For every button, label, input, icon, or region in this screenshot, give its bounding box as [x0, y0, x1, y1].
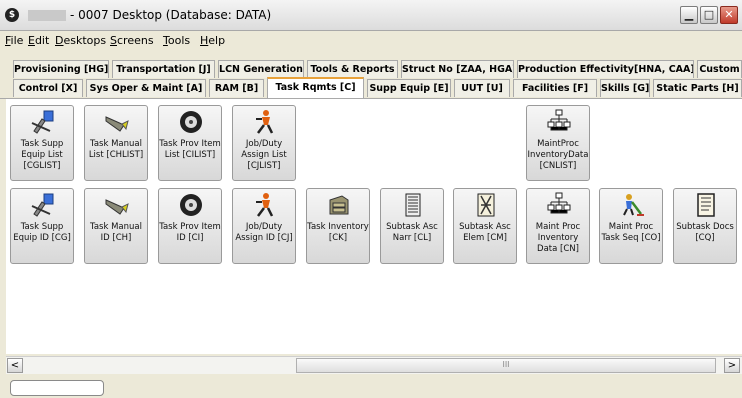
menu-edit[interactable]: Edit — [28, 34, 49, 47]
minimize-button[interactable]: ▁ — [680, 6, 698, 24]
tile-task-prov-item-list[interactable]: Task Prov Item List [CILIST] — [158, 105, 222, 181]
title-redacted-block — [28, 10, 66, 21]
tile-task-prov-item-id[interactable]: Task Prov Item ID [CI] — [158, 188, 222, 264]
manual-icon — [105, 199, 129, 215]
tab-tools-reports[interactable]: Tools & Reports — [307, 60, 398, 78]
tile-task-supp-equip-list[interactable]: Task Supp Equip List [CGLIST] — [10, 105, 74, 181]
tile-subtask-docs[interactable]: Subtask Docs [CQ] — [673, 188, 737, 264]
tab-transportation[interactable]: Transportation [J] — [112, 60, 215, 78]
tile-panel: Task Supp Equip List [CGLIST] Task Manua… — [6, 99, 742, 354]
document-icon — [697, 193, 715, 217]
tab-row-upper: Provisioning [HG] Transportation [J] LCN… — [0, 60, 742, 79]
building-icon — [405, 193, 421, 217]
menu-screens[interactable]: Screens — [110, 34, 154, 47]
tab-provisioning[interactable]: Provisioning [HG] — [13, 60, 109, 78]
scroll-thumb[interactable]: III — [296, 358, 716, 373]
tile-maintproc-inventorydata[interactable]: MaintProc InventoryData [CNLIST] — [526, 105, 590, 181]
sweeper-icon — [623, 194, 644, 216]
menu-help[interactable]: Help — [200, 34, 225, 47]
tile-task-supp-equip-id[interactable]: Task Supp Equip ID [CG] — [10, 188, 74, 264]
tab-ram[interactable]: RAM [B] — [209, 79, 264, 97]
close-button[interactable]: ✕ — [720, 6, 738, 24]
title-bar: $ - 0007 Desktop (Database: DATA) ▁ □ ✕ — [0, 0, 742, 31]
tile-job-duty-assign-id[interactable]: Job/Duty Assign ID [CJ] — [232, 188, 296, 264]
scroll-left-button[interactable]: < — [7, 358, 23, 373]
tab-row-lower: Control [X] Sys Oper & Maint [A] RAM [B]… — [0, 77, 742, 98]
tools-icon — [31, 193, 54, 217]
menu-file[interactable]: File — [5, 34, 23, 47]
menu-tools[interactable]: Tools — [163, 34, 190, 47]
tab-supp-equip[interactable]: Supp Equip [E] — [367, 79, 451, 97]
menu-desktops[interactable]: Desktops — [55, 34, 106, 47]
tab-skills[interactable]: Skills [G] — [600, 79, 650, 97]
tools-icon — [31, 110, 54, 134]
tile-maint-proc-task-seq[interactable]: Maint Proc Task Seq [CO] — [599, 188, 663, 264]
tile-task-inventory[interactable]: Task Inventory [CK] — [306, 188, 370, 264]
status-field — [10, 380, 104, 396]
cabinet-icon — [329, 195, 349, 215]
tab-struct-no[interactable]: Struct No [ZAA, HGA] — [401, 60, 514, 78]
tab-control[interactable]: Control [X] — [13, 79, 83, 97]
tab-uut[interactable]: UUT [U] — [454, 79, 510, 97]
app-icon: $ — [5, 8, 19, 22]
hierarchy-icon — [547, 192, 571, 214]
manual-icon — [105, 116, 129, 132]
maximize-button[interactable]: □ — [700, 6, 718, 24]
scroll-right-button[interactable]: > — [724, 358, 740, 373]
hierarchy-icon — [547, 109, 571, 131]
tile-subtask-asc-elem[interactable]: Subtask Asc Elem [CM] — [453, 188, 517, 264]
wheel-icon — [180, 111, 202, 133]
tile-job-duty-assign-list[interactable]: Job/Duty Assign List [CJLIST] — [232, 105, 296, 181]
menu-bar: File Edit Desktops Screens Tools Help — [0, 31, 742, 51]
worker-icon — [256, 110, 274, 134]
window-title: - 0007 Desktop (Database: DATA) — [70, 8, 272, 22]
worker-icon — [256, 193, 274, 217]
horizontal-scrollbar[interactable]: < III > — [6, 356, 742, 374]
tile-task-manual-id[interactable]: Task Manual ID [CH] — [84, 188, 148, 264]
tab-facilities[interactable]: Facilities [F] — [513, 79, 597, 97]
tab-custom[interactable]: Custom — [697, 60, 742, 78]
ladder-icon — [477, 193, 495, 217]
tile-maint-proc-inventory-data[interactable]: Maint Proc Inventory Data [CN] — [526, 188, 590, 264]
wheel-icon — [180, 194, 202, 216]
tab-task-rqmts[interactable]: Task Rqmts [C] — [267, 77, 364, 98]
tab-sys-oper-maint[interactable]: Sys Oper & Maint [A] — [86, 79, 206, 97]
tab-production-effectivity[interactable]: Production Effectivity[HNA, CAA] — [517, 60, 694, 78]
tab-lcn-generation[interactable]: LCN Generation — [218, 60, 304, 78]
tile-task-manual-list[interactable]: Task Manual List [CHLIST] — [84, 105, 148, 181]
tab-static-parts[interactable]: Static Parts [H] — [653, 79, 742, 97]
tile-subtask-asc-narr[interactable]: Subtask Asc Narr [CL] — [380, 188, 444, 264]
